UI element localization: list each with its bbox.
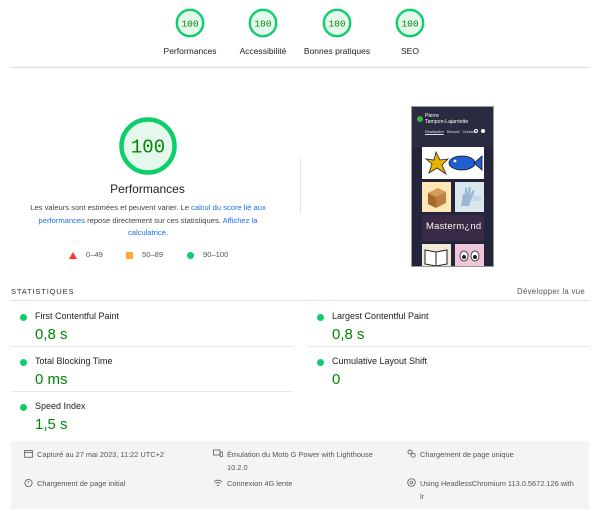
thumbnail-tile-book [422, 244, 451, 266]
gauge-ring-icon: 100 [248, 8, 278, 38]
performance-gauge: 100 [118, 116, 178, 181]
timer-icon [23, 478, 33, 488]
thumbnail-tile-fish [422, 147, 484, 179]
divider [11, 67, 589, 68]
thumbnail-tile-box [422, 182, 451, 212]
hand-illustration-icon [461, 187, 481, 206]
calendar-icon [23, 449, 33, 459]
gauge-ring-icon: 100 [175, 8, 205, 38]
wifi-icon [213, 478, 223, 488]
metric-value: 0,8 s [35, 326, 68, 343]
search-icon [474, 129, 478, 133]
metric-speed-index: Speed Index 1,5 s [11, 398, 276, 442]
book-illustration-icon [424, 249, 448, 266]
gauge-ring-icon: 100 [395, 8, 425, 38]
pass-dot-icon [20, 404, 27, 411]
thumbnail-header: Pierre Tampon-Lajarriette Réalisation Rec… [412, 107, 493, 147]
devices-icon [213, 449, 223, 459]
thumbnail-tile-mastermind: Masterm¿nd [422, 215, 484, 241]
description-text: Les valeurs sont estimées et peuvent var… [30, 203, 192, 212]
box-illustration-icon [428, 188, 446, 208]
metric-value: 0 [332, 371, 341, 388]
toggle-icon [481, 129, 485, 133]
metric-value: 0,8 s [332, 326, 365, 343]
final-screenshot-thumbnail[interactable]: Pierre Tampon-Lajarriette Réalisation Rec… [411, 106, 494, 267]
metric-cumulative-layout-shift: Cumulative Layout Shift 0 [308, 353, 573, 397]
svg-text:100: 100 [181, 18, 198, 29]
svg-text:100: 100 [328, 18, 345, 29]
thumbnail-banner-text: Masterm¿nd [426, 221, 482, 232]
lightning-icon [406, 449, 416, 459]
divider [308, 346, 589, 347]
legend-item-fail: 0–49 [69, 250, 103, 259]
metric-name: Speed Index [35, 401, 86, 411]
metric-value: 0 ms [35, 371, 68, 388]
expand-view-button[interactable]: Développer la vue [517, 287, 585, 296]
pass-dot-icon [20, 314, 27, 321]
legend-item-pass: 90–100 [187, 250, 228, 259]
summary-gauges: 100 Performances 100 Accessibilité 100 B… [0, 0, 600, 68]
chrome-icon [406, 478, 416, 488]
performance-description: Les valeurs sont estimées et peuvent var… [28, 202, 268, 240]
svg-text:100: 100 [254, 18, 271, 29]
face-illustration-icon [459, 250, 480, 262]
performance-title: Performances [110, 182, 185, 196]
stats-title: STATISTIQUES [11, 287, 75, 296]
green-circle-icon [187, 251, 194, 259]
red-triangle-icon [69, 251, 77, 259]
gauge-seo[interactable]: 100 SEO [355, 8, 465, 56]
score-legend: 0–49 50–89 90–100 [0, 250, 300, 264]
pass-dot-icon [20, 359, 27, 366]
svg-text:100: 100 [131, 137, 165, 159]
fish-illustration-icon [424, 150, 483, 176]
description-text: . [165, 228, 169, 237]
runtime-info: Capturé au 27 mai 2023, 11:22 UTC+2 Émul… [11, 441, 589, 509]
thumbnail-site-name: Pierre Tampon-Lajarriette [425, 113, 469, 125]
orange-square-icon [126, 251, 133, 259]
thumbnail-tile-face [455, 244, 484, 266]
legend-item-average: 50–89 [126, 250, 163, 259]
gauge-label: SEO [401, 46, 419, 56]
divider [11, 391, 293, 392]
metric-name: First Contentful Paint [35, 311, 120, 321]
pass-dot-icon [317, 359, 324, 366]
divider [11, 346, 293, 347]
pass-dot-icon [317, 314, 324, 321]
svg-text:100: 100 [401, 18, 418, 29]
description-text: repose directement sur ces statistiques. [84, 215, 223, 225]
metric-name: Cumulative Layout Shift [332, 356, 428, 366]
vertical-divider [300, 158, 301, 214]
thumbnail-nav: Réalisation Recueil Contact [425, 130, 476, 134]
metric-value: 1,5 s [35, 416, 68, 433]
divider [11, 300, 589, 301]
metric-name: Largest Contentful Paint [332, 311, 429, 321]
metric-name: Total Blocking Time [35, 356, 113, 366]
gauge-ring-icon: 100 [322, 8, 352, 38]
gauge-ring-icon: 100 [119, 117, 177, 175]
thumbnail-tile-hand [455, 182, 484, 212]
site-logo-icon [417, 116, 423, 122]
